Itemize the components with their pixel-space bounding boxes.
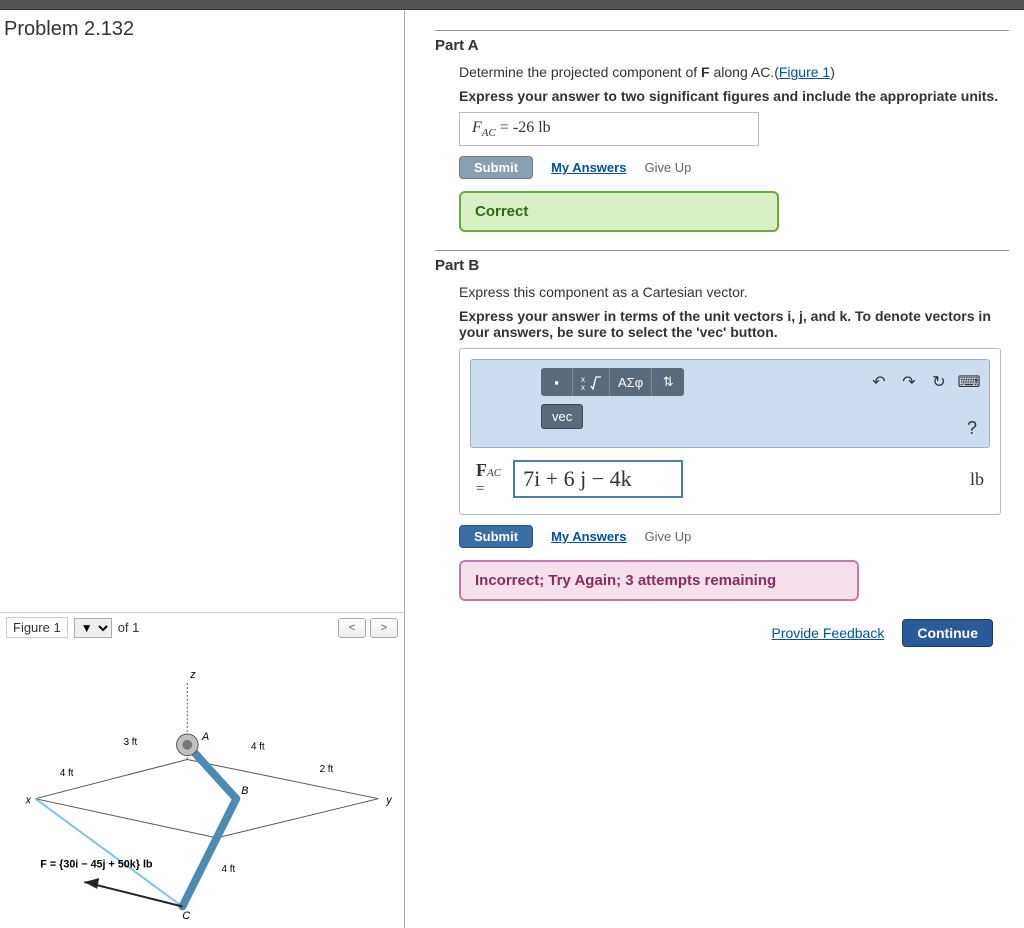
part-b-buttons: Submit My Answers Give Up (459, 525, 1001, 548)
provide-feedback-link[interactable]: Provide Feedback (772, 625, 885, 641)
figure-select[interactable]: ▼ (74, 618, 112, 638)
svg-text:y: y (385, 795, 392, 807)
dim-c: 4 ft (251, 742, 265, 753)
answer-input[interactable]: 7i + 6 j − 4k (513, 460, 683, 498)
part-b-heading: Part B (435, 257, 1009, 274)
problem-title: Problem 2.132 (0, 10, 404, 49)
answer-var: F (476, 460, 487, 480)
equation-editor: ▪ xx ΑΣφ ⇅ ↶ ↷ ↻ ⌨ (459, 348, 1001, 515)
main-layout: Problem 2.132 Figure 1 ▼ of 1 < > (0, 10, 1024, 928)
footer-row: Provide Feedback Continue (459, 619, 1001, 647)
help-icon[interactable]: ? (967, 418, 977, 439)
answer-var: F (472, 119, 482, 136)
window-top-bar (0, 0, 1024, 10)
dim-e: 4 ft (222, 864, 236, 875)
force-label: F = {30i − 45j + 50k} lb (40, 858, 153, 870)
part-a-buttons: Submit My Answers Give Up (459, 156, 1001, 179)
part-a-answer-value: -26 lb (513, 119, 551, 136)
arrows-icon[interactable]: ⇅ (652, 368, 684, 396)
figure-count: of 1 (118, 620, 140, 635)
answer-variable: FAC= (476, 460, 501, 498)
greek-symbols-button[interactable]: ΑΣφ (610, 368, 652, 396)
part-a-instruction: Determine the projected component of F a… (459, 64, 1001, 80)
part-b-feedback: Incorrect; Try Again; 3 attempts remaini… (459, 560, 859, 601)
svg-text:A: A (201, 731, 209, 743)
figure-label: Figure 1 (6, 617, 68, 638)
dim-a: 3 ft (124, 737, 138, 748)
part-b-my-answers-link[interactable]: My Answers (551, 529, 626, 544)
svg-text:x: x (581, 383, 585, 390)
figure-link[interactable]: Figure 1 (779, 64, 830, 80)
text: along AC.( (710, 64, 779, 80)
dim-b: 4 ft (60, 768, 74, 779)
svg-text:z: z (189, 669, 196, 681)
right-panel: Part A Determine the projected component… (405, 10, 1024, 928)
svg-text:B: B (241, 785, 248, 797)
figure-panel: Figure 1 ▼ of 1 < > (0, 612, 404, 928)
undo-icon[interactable]: ↶ (869, 373, 889, 391)
part-b-submit-button[interactable]: Submit (459, 525, 533, 548)
reset-icon[interactable]: ↻ (929, 373, 949, 391)
figure-prev-button[interactable]: < (338, 618, 366, 638)
vec-button[interactable]: vec (541, 404, 583, 429)
answer-sub: AC (487, 467, 501, 479)
part-a-feedback: Correct (459, 191, 779, 232)
figure-header: Figure 1 ▼ of 1 < > (6, 617, 398, 638)
toolbar-right: ↶ ↷ ↻ ⌨ (869, 373, 979, 391)
text: Determine the projected component of (459, 64, 701, 80)
left-spacer (0, 49, 404, 612)
svg-text:x: x (25, 795, 32, 807)
toolbar-row-2: vec (541, 404, 979, 429)
redo-icon[interactable]: ↷ (899, 373, 919, 391)
template-buttons: ▪ xx ΑΣφ ⇅ (541, 368, 684, 396)
answer-row: FAC= 7i + 6 j − 4k lb (470, 460, 990, 504)
text: ) (830, 64, 835, 80)
part-b-instruction: Express this component as a Cartesian ve… (459, 284, 1001, 300)
figure-svg: x y z A B C 3 ft 4 ft 4 ft 2 ft 4 ft F =… (6, 644, 398, 924)
figure-next-button[interactable]: > (370, 618, 398, 638)
part-b-give-up-link[interactable]: Give Up (644, 529, 691, 544)
equals: = (500, 119, 513, 136)
part-a-body: Determine the projected component of F a… (435, 64, 1009, 232)
template-icon[interactable]: ▪ (541, 368, 573, 396)
editor-toolbar: ▪ xx ΑΣφ ⇅ ↶ ↷ ↻ ⌨ (470, 359, 990, 448)
unit-label: lb (970, 469, 984, 490)
part-a-requirements: Express your answer to two significant f… (459, 88, 1001, 104)
answer-sub: AC (482, 127, 496, 139)
part-a-answer-box: FAC = -26 lb (459, 112, 759, 146)
part-b-requirements: Express your answer in terms of the unit… (459, 308, 1001, 340)
continue-button[interactable]: Continue (902, 619, 993, 647)
svg-text:C: C (182, 910, 190, 922)
part-a-heading: Part A (435, 37, 1009, 54)
part-a-my-answers-link[interactable]: My Answers (551, 160, 626, 175)
keyboard-icon[interactable]: ⌨ (959, 373, 979, 391)
force-symbol: F (701, 64, 710, 80)
fraction-root-icon[interactable]: xx (573, 368, 610, 396)
figure-nav: < > (338, 618, 398, 638)
left-panel: Problem 2.132 Figure 1 ▼ of 1 < > (0, 10, 405, 928)
divider (435, 30, 1009, 31)
figure-image: x y z A B C 3 ft 4 ft 4 ft 2 ft 4 ft F =… (6, 644, 398, 924)
divider (435, 250, 1009, 251)
part-b-body: Express this component as a Cartesian ve… (435, 284, 1009, 647)
part-a-submit-button[interactable]: Submit (459, 156, 533, 179)
part-a-give-up-link[interactable]: Give Up (644, 160, 691, 175)
dim-d: 2 ft (320, 764, 334, 775)
toolbar-row-1: ▪ xx ΑΣφ ⇅ ↶ ↷ ↻ ⌨ (541, 368, 979, 396)
